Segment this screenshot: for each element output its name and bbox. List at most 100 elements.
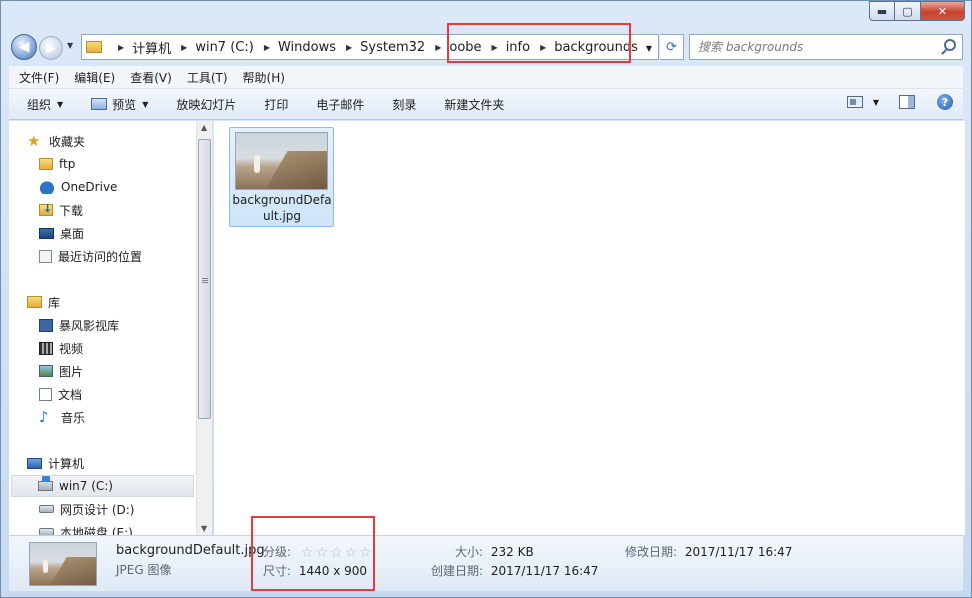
breadcrumb-arrow-icon[interactable]: ▶ (492, 43, 498, 52)
preview-pane-icon[interactable] (899, 95, 915, 109)
tree-desktop[interactable]: 桌面 (39, 222, 84, 244)
tree-label: 暴风影视库 (59, 318, 120, 333)
grip-icon (202, 278, 208, 284)
slideshow-button[interactable]: 放映幻灯片 (166, 96, 246, 113)
tree-computer[interactable]: 计算机 (27, 452, 84, 474)
tree-ftp[interactable]: ftp (39, 153, 75, 175)
maximize-button[interactable]: ▢ (895, 1, 921, 21)
breadcrumb-item[interactable]: System32 (360, 40, 425, 55)
tree-label: 收藏夹 (49, 134, 86, 149)
menu-help[interactable]: 帮助(H) (238, 69, 290, 86)
desktop-icon (39, 227, 54, 239)
video-icon (39, 341, 53, 355)
folder-icon (39, 158, 53, 170)
tree-music[interactable]: ♪ 音乐 (39, 406, 85, 428)
tree-favorites[interactable]: ★ 收藏夹 (27, 130, 85, 152)
recent-pages-dropdown-icon[interactable]: ▼ (67, 41, 73, 50)
tree-pictures[interactable]: 图片 (39, 360, 83, 382)
star-outline-icon[interactable]: ☆ (315, 545, 328, 561)
organize-button[interactable]: 组织 ▼ (9, 96, 73, 113)
tree-label: win7 (C:) (59, 479, 113, 493)
burn-button[interactable]: 刻录 (382, 96, 426, 113)
chevron-down-icon: ▼ (57, 99, 64, 109)
search-input[interactable] (690, 35, 930, 59)
nav-scrollbar[interactable]: ▲ ▼ (196, 121, 212, 535)
breadcrumb-root-arrow-icon[interactable]: ▶ (118, 43, 124, 52)
chevron-down-icon: ▼ (142, 99, 149, 109)
scroll-up-icon[interactable]: ▲ (201, 123, 207, 132)
tree-drive-d[interactable]: 网页设计 (D:) (39, 498, 134, 520)
preview-icon (91, 98, 108, 110)
star-outline-icon[interactable]: ☆ (345, 545, 358, 561)
view-dropdown-icon[interactable]: ▼ (873, 98, 879, 107)
breadcrumb-arrow-icon[interactable]: ▶ (181, 43, 187, 52)
tree-videos[interactable]: 视频 (39, 337, 83, 359)
address-dropdown-icon[interactable]: ▼ (646, 44, 652, 53)
scroll-down-icon[interactable]: ▼ (201, 524, 207, 533)
breadcrumb-arrow-icon[interactable]: ▶ (435, 43, 441, 52)
details-size: 大小: 232 KB (455, 543, 534, 560)
breadcrumb-arrow-icon[interactable]: ▶ (264, 43, 270, 52)
details-rating: 分级: ☆ ☆ ☆ ☆ ☆ (263, 543, 372, 561)
tree-recent[interactable]: 最近访问的位置 (39, 245, 142, 267)
minimize-button[interactable]: ▬ (869, 1, 895, 21)
new-folder-button[interactable]: 新建文件夹 (434, 96, 514, 113)
breadcrumb: ▶ 计算机 ▶ win7 (C:) ▶ Windows ▶ System32 ▶… (108, 38, 638, 57)
tree-drive-e[interactable]: 本地磁盘 (E:) (39, 521, 133, 535)
change-view-icon[interactable] (846, 96, 863, 108)
menu-tools[interactable]: 工具(T) (182, 69, 233, 86)
breadcrumb-arrow-icon[interactable]: ▶ (346, 43, 352, 52)
dimensions-value: 1440 x 900 (298, 564, 368, 578)
modified-label: 修改日期: (625, 545, 678, 559)
search-icon[interactable] (944, 39, 956, 51)
windows-drive-icon (38, 476, 53, 491)
rating-stars[interactable]: ☆ ☆ ☆ ☆ ☆ (301, 545, 372, 561)
email-button[interactable]: 电子邮件 (306, 96, 374, 113)
tree-label: 音乐 (61, 410, 86, 425)
library-icon (27, 296, 42, 308)
file-item[interactable]: backgroundDefault.jpg (229, 127, 334, 227)
tree-label: 计算机 (48, 456, 85, 471)
address-bar[interactable]: ▶ 计算机 ▶ win7 (C:) ▶ Windows ▶ System32 ▶… (81, 34, 659, 60)
drive-icon (39, 528, 54, 535)
breadcrumb-item[interactable]: 计算机 (132, 38, 171, 57)
preview-label: 预览 (112, 97, 137, 112)
cloud-icon (39, 180, 55, 194)
forward-button[interactable]: ▶ (39, 36, 63, 60)
scroll-thumb[interactable] (198, 139, 211, 419)
refresh-icon[interactable]: ⟳ (660, 34, 684, 60)
tree-documents[interactable]: 文档 (39, 383, 82, 405)
tree-libraries[interactable]: 库 (27, 291, 60, 313)
breadcrumb-arrow-icon[interactable]: ▶ (540, 43, 546, 52)
breadcrumb-item[interactable]: backgrounds (554, 40, 638, 55)
tree-downloads[interactable]: 下载 (39, 199, 83, 221)
tree-onedrive[interactable]: OneDrive (39, 176, 117, 198)
menu-file[interactable]: 文件(F) (14, 69, 64, 86)
breadcrumb-item[interactable]: info (506, 40, 530, 55)
menu-edit[interactable]: 编辑(E) (69, 69, 120, 86)
breadcrumb-item[interactable]: win7 (C:) (195, 40, 254, 55)
star-outline-icon[interactable]: ☆ (330, 545, 343, 561)
tree-drive-c[interactable]: win7 (C:) (11, 475, 194, 497)
modified-value: 2017/11/17 16:47 (684, 545, 793, 559)
menu-view[interactable]: 查看(V) (125, 69, 177, 86)
back-button[interactable]: ◀ (11, 34, 37, 60)
star-outline-icon[interactable]: ☆ (359, 545, 372, 561)
breadcrumb-item[interactable]: Windows (278, 40, 336, 55)
search-box[interactable] (689, 34, 963, 60)
star-outline-icon[interactable]: ☆ (301, 545, 314, 561)
details-pane: backgroundDefault.jpg JPEG 图像 分级: ☆ ☆ ☆ … (9, 535, 963, 591)
details-thumbnail (29, 542, 97, 586)
tree-label: 本地磁盘 (E:) (60, 525, 133, 536)
details-created: 创建日期: 2017/11/17 16:47 (431, 562, 598, 579)
file-list: backgroundDefault.jpg (214, 121, 965, 535)
tree-storm-library[interactable]: 暴风影视库 (39, 314, 119, 336)
tree-label: 图片 (59, 364, 84, 379)
help-icon[interactable]: ? (937, 94, 953, 110)
details-dimensions: 尺寸: 1440 x 900 (263, 562, 367, 579)
preview-button[interactable]: 预览 ▼ (81, 96, 158, 113)
close-button[interactable]: ✕ (921, 1, 965, 21)
print-button[interactable]: 打印 (254, 96, 298, 113)
breadcrumb-item[interactable]: oobe (449, 40, 481, 55)
music-note-icon: ♪ (39, 408, 49, 426)
